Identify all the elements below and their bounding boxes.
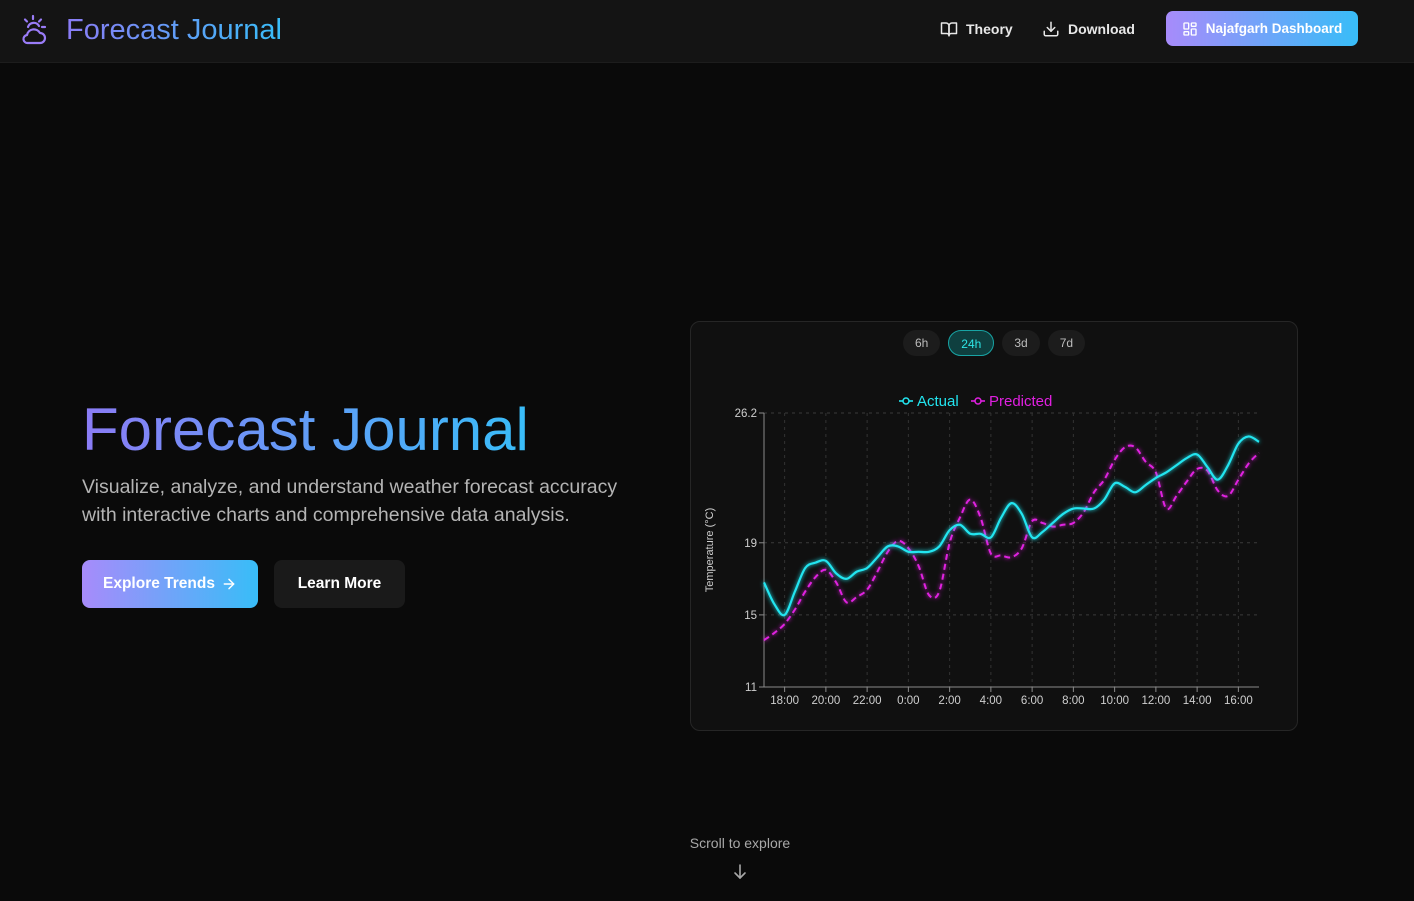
y-tick-label: 15 — [744, 610, 757, 622]
x-tick-label: 12:00 — [1141, 695, 1170, 707]
hero-title: Forecast Journal — [82, 396, 529, 463]
forecast-chart-card: 26.2 19 15 11 18:00 20:00 22:00 0:00 2:00 4:00 6:0… — [690, 321, 1298, 731]
download-link-label: Download — [1068, 21, 1135, 37]
arrow-down-icon — [734, 864, 746, 879]
theory-link[interactable]: Theory — [940, 17, 1013, 41]
predicted-legend-marker — [974, 397, 982, 405]
x-tick-label: 14:00 — [1183, 695, 1212, 707]
scroll-hint: Scroll to explore — [689, 835, 791, 851]
grid-icon — [1183, 21, 1197, 36]
theory-link-label: Theory — [966, 21, 1013, 37]
y-axis-label: Temperature (°C) — [704, 508, 716, 592]
book-icon — [940, 22, 958, 37]
actual-legend-marker — [902, 397, 910, 405]
explore-trends-label: Explore Trends — [103, 575, 215, 592]
x-tick-label: 0:00 — [897, 695, 919, 707]
x-tick-label: 8:00 — [1062, 695, 1084, 707]
tab-3d[interactable]: 3d — [1002, 330, 1040, 356]
y-tick-label: 11 — [745, 682, 757, 694]
dashboard-button-label: Najafgarh Dashboard — [1205, 21, 1343, 36]
learn-more-label: Learn More — [297, 575, 382, 592]
brand-name: Forecast Journal — [66, 14, 282, 46]
actual-series-line — [763, 435, 1260, 617]
x-tick-label: 6:00 — [1021, 695, 1043, 707]
cloud-sun-icon — [22, 14, 47, 45]
x-tick-label: 22:00 — [853, 695, 882, 707]
download-icon — [1043, 21, 1059, 37]
predicted-legend-label: Predicted — [989, 393, 1052, 410]
tab-24h[interactable]: 24h — [948, 330, 995, 356]
x-tick-label: 16:00 — [1224, 695, 1253, 707]
brand-logo[interactable]: Forecast Journal — [20, 12, 282, 48]
temperature-chart: 26.2 19 15 11 18:00 20:00 22:00 0:00 2:00 4:00 6:0… — [704, 393, 1260, 707]
learn-more-button[interactable]: Learn More — [274, 560, 405, 608]
hero-subtitle: Visualize, analyze, and understand weath… — [82, 476, 618, 526]
x-tick-label: 2:00 — [938, 695, 960, 707]
explore-trends-button[interactable]: Explore Trends — [82, 560, 258, 608]
x-tick-label: 18:00 — [770, 695, 799, 707]
arrow-right-icon — [223, 578, 235, 590]
x-tick-label: 20:00 — [811, 695, 840, 707]
y-tick-label: 19 — [744, 538, 757, 550]
top-navbar: Forecast Journal Theory Download Najafga… — [0, 0, 1414, 63]
dashboard-button[interactable]: Najafgarh Dashboard — [1166, 11, 1358, 46]
time-range-tabs: 6h 24h 3d 7d — [691, 330, 1297, 356]
y-tick-label: 26.2 — [735, 408, 757, 420]
x-tick-label: 4:00 — [980, 695, 1002, 707]
download-link[interactable]: Download — [1042, 17, 1135, 41]
tab-7d[interactable]: 7d — [1047, 330, 1086, 356]
actual-legend-label: Actual — [917, 393, 959, 410]
tab-6h[interactable]: 6h — [902, 330, 941, 356]
x-tick-label: 10:00 — [1100, 695, 1129, 707]
